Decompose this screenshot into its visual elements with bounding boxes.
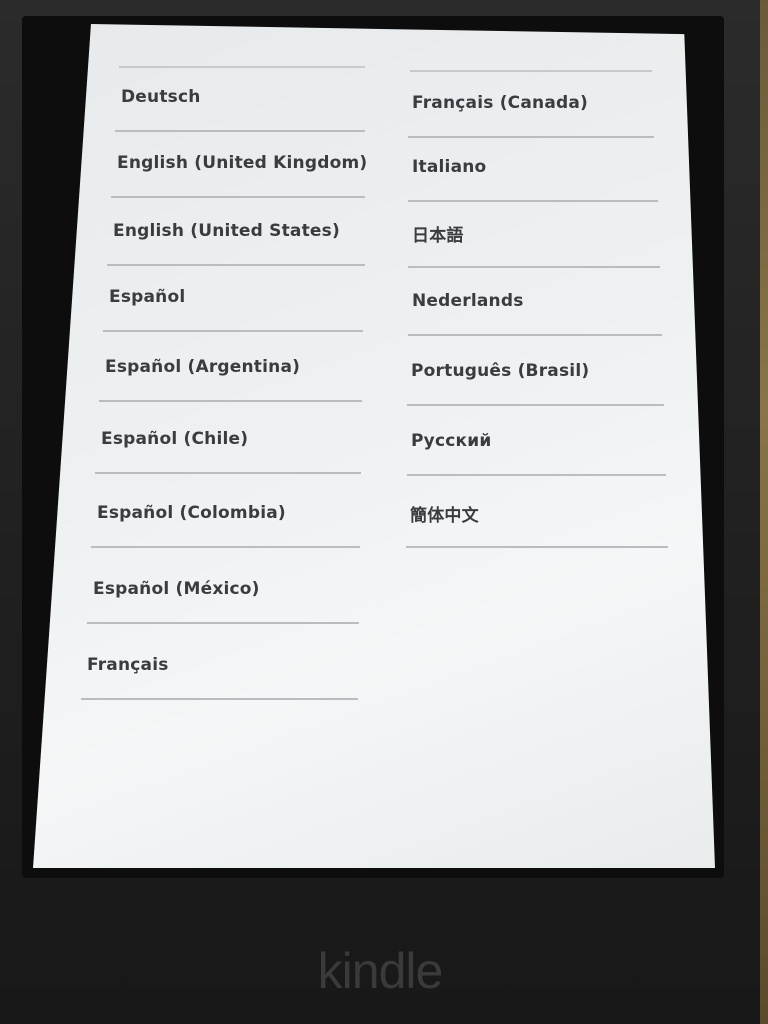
language-option-nederlands[interactable]: Nederlands — [408, 266, 662, 336]
language-option-label: Français (Canada) — [412, 93, 588, 113]
language-option-francais-canada[interactable]: Français (Canada) — [408, 68, 654, 138]
language-option-espanol-argentina[interactable]: Español (Argentina) — [99, 332, 362, 402]
language-option-portugues-brasil[interactable]: Português (Brasil) — [407, 336, 664, 406]
language-option-francais[interactable]: Français — [81, 630, 358, 700]
language-option-russian[interactable]: Русский — [407, 406, 666, 476]
language-option-label: 日本語 — [412, 225, 464, 246]
language-option-english-us[interactable]: English (United States) — [107, 196, 365, 266]
language-option-label: Italiano — [412, 157, 487, 177]
language-option-label: Español — [109, 287, 186, 307]
language-option-label: Deutsch — [121, 87, 201, 107]
language-option-label: English (United Kingdom) — [117, 153, 368, 173]
language-option-japanese[interactable]: 日本語 — [408, 198, 660, 268]
language-option-label: Nederlands — [412, 291, 524, 311]
language-option-label: Español (Colombia) — [97, 503, 286, 523]
language-option-espanol-chile[interactable]: Español (Chile) — [95, 404, 361, 474]
kindle-logo: kindle — [317, 943, 444, 999]
language-option-label: 簡体中文 — [410, 505, 479, 526]
language-option-espanol-colombia[interactable]: Español (Colombia) — [91, 478, 360, 548]
language-option-label: Français — [87, 655, 169, 675]
language-option-simplified-chinese[interactable]: 簡体中文 — [406, 478, 668, 548]
language-option-espanol-mexico[interactable]: Español (México) — [87, 554, 359, 624]
language-selection-screen: Deutsch English (United Kingdom) English… — [33, 24, 715, 868]
language-option-label: Español (México) — [93, 579, 260, 599]
kindle-device: Deutsch English (United Kingdom) English… — [0, 0, 760, 1024]
language-option-label: Русский — [411, 431, 492, 451]
language-option-italiano[interactable]: Italiano — [408, 132, 658, 202]
language-option-espanol[interactable]: Español — [103, 262, 363, 332]
language-option-label: English (United States) — [113, 221, 340, 241]
language-option-deutsch[interactable]: Deutsch — [115, 62, 365, 132]
language-option-english-uk[interactable]: English (United Kingdom) — [111, 128, 368, 198]
language-option-label: Español (Argentina) — [105, 357, 301, 377]
language-option-label: Español (Chile) — [101, 429, 249, 449]
language-option-label: Português (Brasil) — [411, 361, 590, 381]
